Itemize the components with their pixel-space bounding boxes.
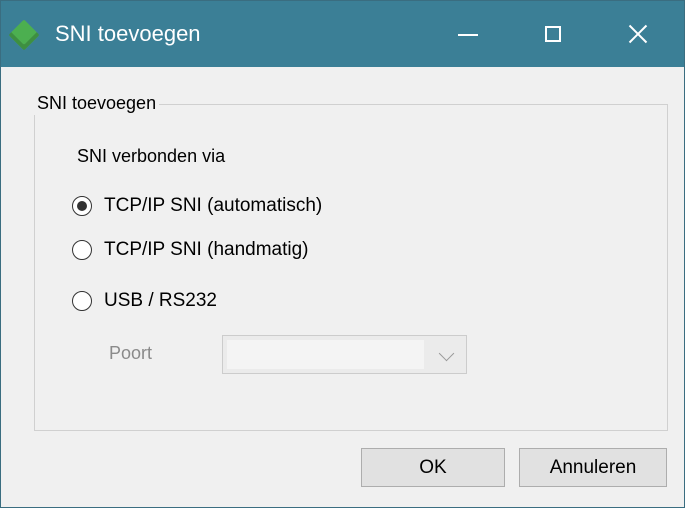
radio-label[interactable]: TCP/IP SNI (handmatig) <box>104 238 309 262</box>
radio-circle[interactable] <box>72 196 92 216</box>
groupbox-legend: SNI toevoegen <box>34 91 160 115</box>
chevron-down-icon[interactable] <box>438 345 455 362</box>
minimize-button[interactable] <box>422 1 514 67</box>
cancel-button[interactable]: Annuleren <box>519 448 667 487</box>
maximize-icon <box>545 26 561 42</box>
radio-circle[interactable] <box>72 291 92 311</box>
minimize-icon <box>458 34 478 36</box>
close-button[interactable] <box>592 1 684 67</box>
radio-label[interactable]: USB / RS232 <box>104 289 217 313</box>
radio-tcpip-automatic[interactable]: TCP/IP SNI (automatisch) <box>72 191 322 221</box>
dialog-window: SNI toevoegen SNI toevoegen SNI verbonde… <box>0 0 685 508</box>
radio-selected-dot <box>77 201 87 211</box>
ok-button[interactable]: OK <box>361 448 505 487</box>
port-select[interactable] <box>222 335 467 374</box>
radio-label[interactable]: TCP/IP SNI (automatisch) <box>104 194 322 218</box>
close-icon <box>628 24 648 44</box>
maximize-button[interactable] <box>507 1 599 67</box>
port-select-value <box>227 340 424 369</box>
window-title: SNI toevoegen <box>55 21 201 46</box>
radio-usb-rs232[interactable]: USB / RS232 <box>72 286 217 316</box>
title-bar[interactable]: SNI toevoegen <box>1 1 684 67</box>
port-label: Poort <box>109 343 153 363</box>
radio-tcpip-manual[interactable]: TCP/IP SNI (handmatig) <box>72 235 309 265</box>
connection-label: SNI verbonden via <box>77 146 226 166</box>
radio-circle[interactable] <box>72 240 92 260</box>
green-diamond-icon <box>8 19 40 51</box>
